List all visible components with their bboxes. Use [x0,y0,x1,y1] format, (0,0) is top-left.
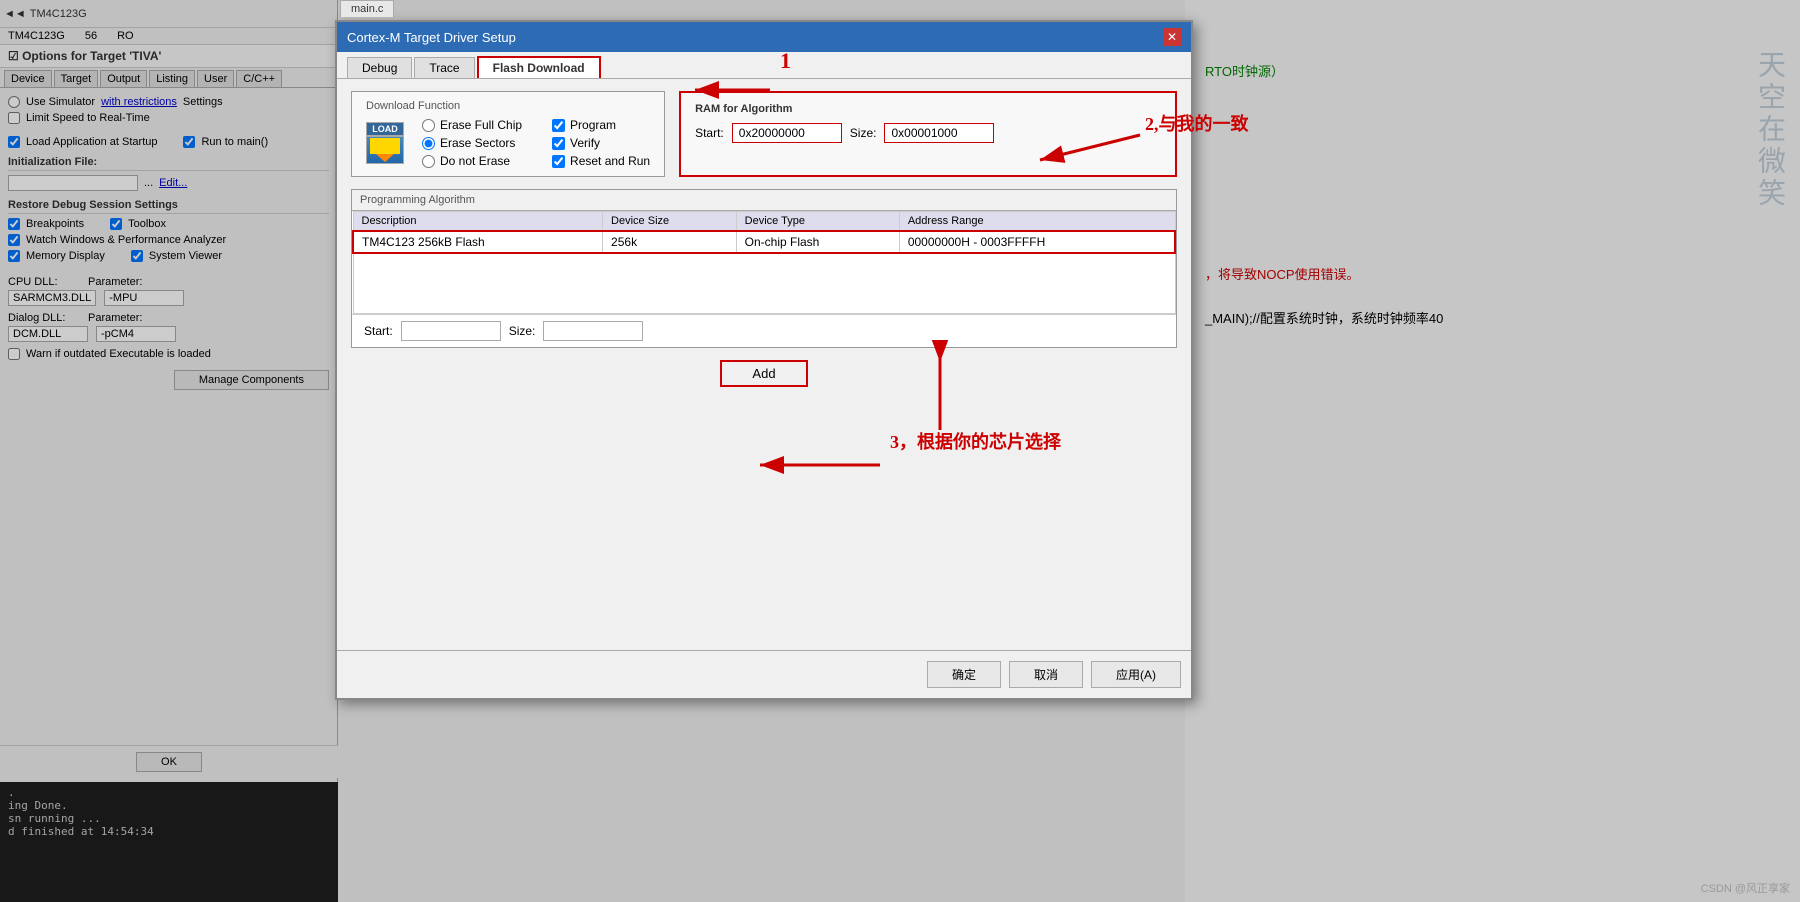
download-function-title: Download Function [366,100,650,112]
add-button[interactable]: Add [720,360,807,387]
col-device-type: Device Type [736,212,899,232]
row0-device-size: 256k [603,231,737,253]
tab-trace[interactable]: Trace [414,57,474,78]
verify-label: Verify [570,136,600,150]
program-checkbox[interactable] [552,119,565,132]
algo-table-row-0[interactable]: TM4C123 256kB Flash 256k On-chip Flash 0… [353,231,1175,253]
cortex-dialog: Cortex-M Target Driver Setup ✕ Debug Tra… [335,20,1193,700]
radio-options: Erase Full Chip Erase Sectors Do not Era… [422,118,522,168]
col-description: Description [353,212,603,232]
algo-table-header: Description Device Size Device Type Addr… [353,212,1175,232]
start-label: Start: [695,126,724,140]
reset-run-checkbox[interactable] [552,155,565,168]
dialog-tabs: Debug Trace Flash Download [337,52,1191,79]
confirm-cancel-btn[interactable]: 取消 [1009,661,1083,688]
erase-sectors-radio[interactable] [422,137,435,150]
col-device-size: Device Size [603,212,737,232]
algo-bottom: Start: Size: [352,314,1176,347]
tab-debug[interactable]: Debug [347,57,412,78]
do-not-erase-radio[interactable] [422,155,435,168]
programming-algorithm-section: Programming Algorithm Description Device… [351,189,1177,348]
verify-checkbox[interactable] [552,137,565,150]
reset-run-label: Reset and Run [570,154,650,168]
ram-size-input[interactable] [884,123,994,143]
check-options: Program Verify Reset and Run [552,118,650,168]
dialog-title: Cortex-M Target Driver Setup [347,30,516,45]
row0-address-range: 00000000H - 0003FFFFH [899,231,1175,253]
algo-table: Description Device Size Device Type Addr… [352,211,1176,314]
ram-title: RAM for Algorithm [695,103,1161,115]
erase-full-chip-radio[interactable] [422,119,435,132]
dialog-titlebar: Cortex-M Target Driver Setup ✕ [337,22,1191,52]
col-address-range: Address Range [899,212,1175,232]
prog-algo-title: Programming Algorithm [352,190,1176,211]
dialog-body: Download Function LOAD [337,79,1191,407]
annotation-3: 3，根据你的芯片选择 [890,428,1061,454]
size-label: Size: [850,126,877,140]
algo-start-label: Start: [364,324,393,338]
load-icon [366,136,404,164]
erase-full-chip-label: Erase Full Chip [440,118,522,132]
erase-sectors-label: Erase Sectors [440,136,515,150]
row0-description: TM4C123 256kB Flash [353,231,603,253]
ram-algorithm-section: RAM for Algorithm Start: Size: [679,91,1177,177]
csdn-watermark: CSDN @风正享家 [1701,880,1790,896]
add-btn-row: Add [351,360,1177,387]
download-function-section: Download Function LOAD [351,91,665,177]
dialog-close-btn[interactable]: ✕ [1163,28,1181,46]
algo-start-input[interactable] [401,321,501,341]
annotation-1: 1 [780,48,791,74]
algo-table-row-empty [353,253,1175,313]
confirm-apply-btn[interactable]: 应用(A) [1091,661,1181,688]
confirm-ok-btn[interactable]: 确定 [927,661,1001,688]
algo-size-input[interactable] [543,321,643,341]
file-tab[interactable]: main.c [340,0,394,17]
dialog-confirm-bar: 确定 取消 应用(A) [337,650,1191,698]
load-svg [370,138,400,162]
do-not-erase-label: Do not Erase [440,154,510,168]
ram-start-input[interactable] [732,123,842,143]
algo-size-label: Size: [509,324,536,338]
load-label: LOAD [366,122,404,136]
row0-device-type: On-chip Flash [736,231,899,253]
tab-flash-download[interactable]: Flash Download [477,56,601,78]
program-label: Program [570,118,616,132]
annotation-2: 2,与我的一致 [1145,110,1249,136]
